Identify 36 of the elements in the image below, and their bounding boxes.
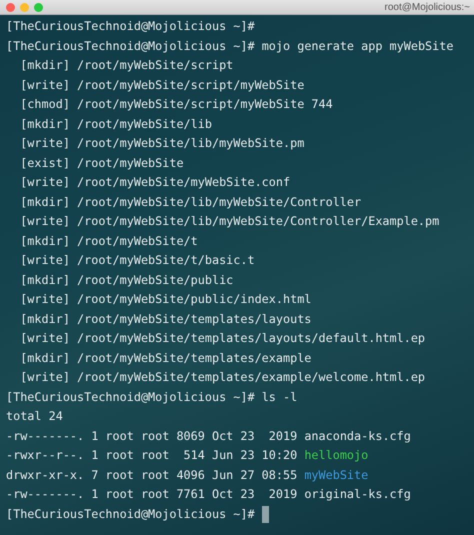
output-line: [mkdir] /root/myWebSite/templates/layouts [19,310,312,328]
command-text: mojo generate app myWebSite [260,38,454,54]
output-line: [write] /root/myWebSite/lib/myWebSite.pm [19,135,304,152]
window-title: root@Mojolicious:~ [384,2,470,12]
file-name: myWebSite [303,466,368,484]
file-details: -rwxr--r--. 1 root root 514 Jun 23 10:20 [6,447,298,464]
file-name: anaconda-ks.cfg [303,428,411,444]
output-line: [mkdir] /root/myWebSite/t [19,232,198,250]
output-line: [mkdir] /root/myWebSite/public [19,272,234,288]
shell-prompt: [TheCuriousTechnoid@Mojolicious ~]# [6,388,255,406]
output-line: [write] /root/myWebSite/myWebSite.conf [19,174,290,191]
file-details: -rw-------. 1 root root 8069 Oct 23 2019 [6,428,298,444]
output-line: [mkdir] /root/myWebSite/script [19,57,234,74]
shell-prompt: [TheCuriousTechnoid@Mojolicious ~]# [6,506,255,522]
output-line: [write] /root/myWebSite/script/myWebSite [19,76,304,94]
shell-prompt: [TheCuriousTechnoid@Mojolicious ~]# [6,18,255,35]
output-line: [mkdir] /root/myWebSite/lib [19,116,212,132]
shell-prompt: [TheCuriousTechnoid@Mojolicious ~]# [6,38,255,54]
output-line: total 24 [6,408,63,425]
output-line: [exist] /root/myWebSite [19,154,184,172]
output-line: [write] /root/myWebSite/public/index.html [19,291,312,308]
file-details: -rw-------. 1 root root 7761 Oct 23 2019 [6,486,298,503]
output-line: [write] /root/myWebSite/templates/layouts/default.html.ep [19,330,426,347]
output-line: [write] /root/myWebSite/t/basic.t [19,252,255,269]
file-name: hellomojo [303,447,368,464]
minimize-button[interactable] [20,2,29,12]
output-line: [mkdir] /root/myWebSite/lib/myWebSite/Controller [19,194,362,210]
output-line: [mkdir] /root/myWebSite/templates/example [19,350,312,366]
close-button[interactable] [6,2,15,12]
output-line: [chmod] /root/myWebSite/script/myWebSite 744 [19,96,333,113]
output-line: [write] /root/myWebSite/lib/myWebSite/Controller/Example.pm [19,213,440,230]
file-details: drwxr-xr-x. 7 root root 4096 Jun 27 08:55 [6,466,298,484]
output-line: [write] /root/myWebSite/templates/example/welcome.html.ep [19,369,426,386]
command-text: ls -l [260,388,298,406]
file-name: original-ks.cfg [303,486,411,503]
zoom-button[interactable] [34,2,43,12]
